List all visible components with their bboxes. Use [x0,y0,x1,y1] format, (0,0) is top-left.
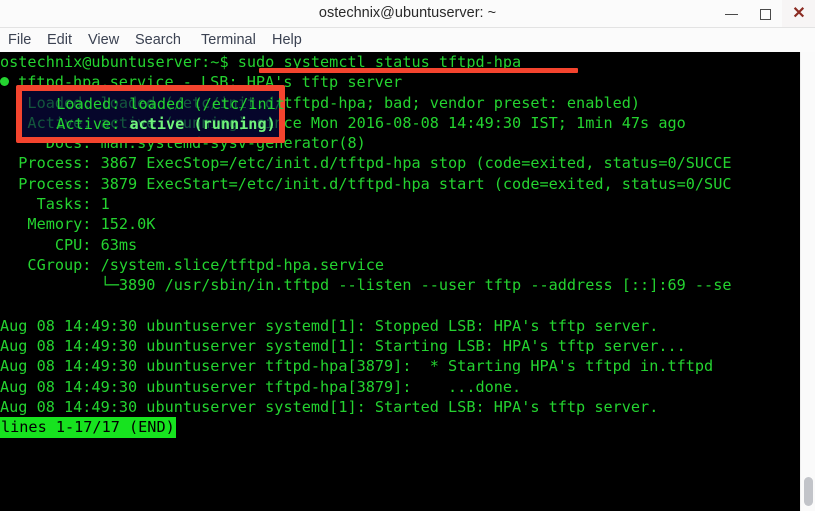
terminal-log-line: Aug 08 14:49:30 ubuntuserver tftpd-hpa[3… [0,377,522,396]
terminal-log-line: Aug 08 14:49:30 ubuntuserver systemd[1]:… [0,316,659,335]
annotation-loaded-line: Loaded: loaded (/etc/init [38,94,285,114]
terminal-line: Memory: 152.0K [0,215,156,234]
window-title: ostechnix@ubuntuserver: ~ [318,5,497,21]
terminal-line: Process: 3867 ExecStop=/etc/init.d/tftpd… [0,154,732,173]
terminal-window: ostechnix@ubuntuserver: ~ ✕ File Edit Vi… [0,0,815,511]
status-dot-icon [0,77,9,87]
scrollbar-thumb[interactable] [804,477,813,506]
maximize-icon [759,8,771,20]
terminal-log-line: Aug 08 14:49:30 ubuntuserver tftpd-hpa[3… [0,357,714,376]
menu-item-edit[interactable]: Edit [47,28,72,52]
pager-status-line-row: lines 1-17/17 (END) [0,417,800,438]
terminal-log-line: Aug 08 14:49:30 ubuntuserver systemd[1]:… [0,337,686,356]
menu-bar: File Edit View Search Terminal Help [0,28,815,52]
menu-item-help[interactable]: Help [272,28,302,52]
terminal-log-line: Aug 08 14:49:30 ubuntuserver systemd[1]:… [0,398,659,417]
annotation-active-line: Active: active (running) [38,114,276,134]
terminal-line: CGroup: /system.slice/tftpd-hpa.service [0,255,385,274]
menu-item-search[interactable]: Search [135,28,181,52]
terminal-line: └─3890 /usr/sbin/in.tftpd --listen --use… [0,276,732,295]
menu-item-file[interactable]: File [8,28,31,52]
minimize-icon [724,13,738,15]
annotation-loaded-text: Loaded: loaded (/etc/init [38,95,285,113]
menu-item-terminal[interactable]: Terminal [201,28,256,52]
minimize-button[interactable] [714,0,748,27]
pager-status-line: lines 1-17/17 (END) [0,417,176,438]
terminal-line: CPU: 63ms [0,235,138,254]
terminal-line: Process: 3879 ExecStart=/etc/init.d/tftp… [0,174,732,193]
annotation-underline-command [259,68,578,73]
close-button[interactable]: ✕ [782,0,815,27]
annotation-box-content: Loaded: loaded (/etc/init Active: active… [22,91,285,137]
terminal-line: Tasks: 1 [0,195,110,214]
menu-item-view[interactable]: View [88,28,119,52]
annotation-active-value: active (running) [129,115,276,133]
title-bar: ostechnix@ubuntuserver: ~ ✕ [0,0,815,28]
annotation-active-prefix: Active: [38,115,130,133]
maximize-button[interactable] [748,0,782,27]
close-icon: ✕ [792,5,806,22]
vertical-scrollbar[interactable] [800,52,815,511]
annotation-box-status: Loaded: loaded (/etc/init Active: active… [16,85,285,143]
